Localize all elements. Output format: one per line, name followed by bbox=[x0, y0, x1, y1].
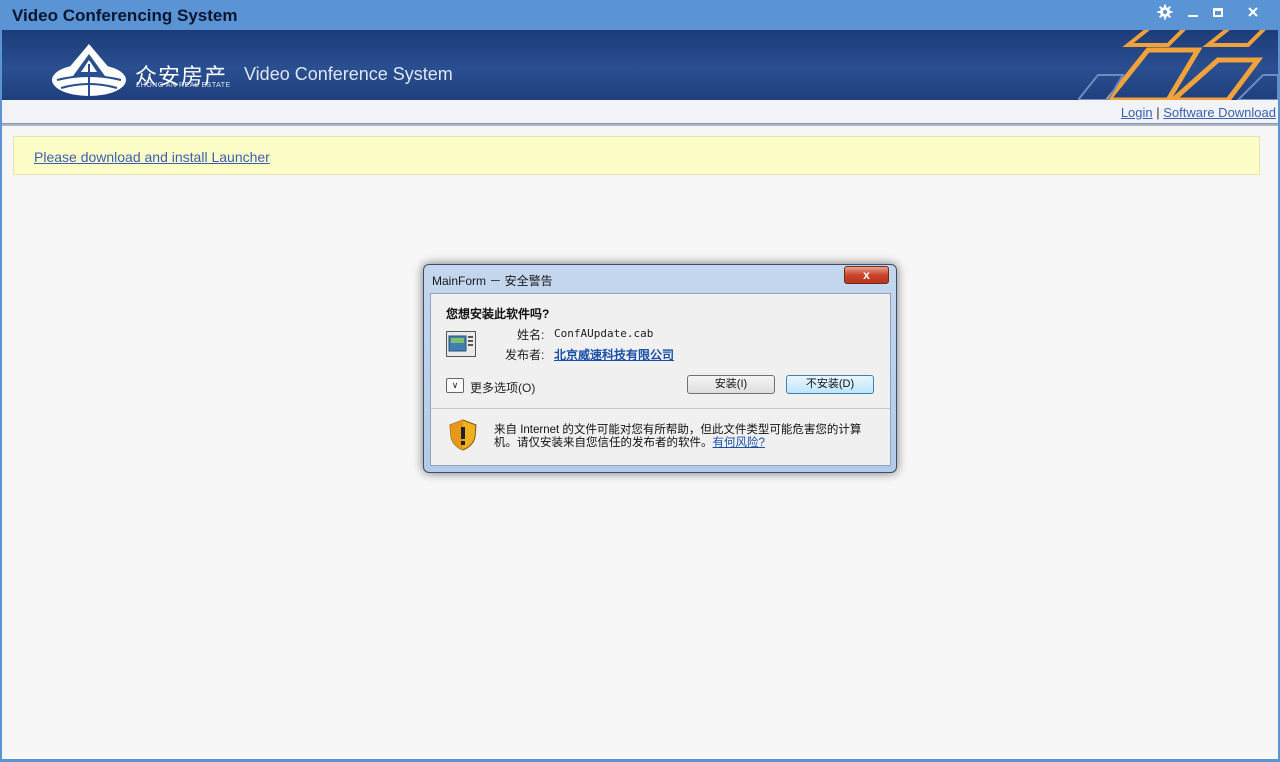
header-divider bbox=[2, 124, 1278, 126]
link-separator: | bbox=[1156, 105, 1160, 120]
name-value: ConfAUpdate.cab bbox=[554, 327, 654, 340]
security-warning-dialog: MainForm － 安全警告 x 您想安装此软件吗? 姓名: ConfAUpd… bbox=[423, 264, 897, 473]
more-options-chevron-icon[interactable]: ∨ bbox=[446, 378, 464, 393]
minimize-button[interactable] bbox=[1181, 3, 1205, 21]
close-window-button[interactable] bbox=[1241, 3, 1265, 21]
settings-gear-icon[interactable] bbox=[1153, 3, 1177, 21]
dialog-title: MainForm － 安全警告 bbox=[432, 274, 553, 288]
launcher-notice: Please download and install Launcher bbox=[13, 136, 1260, 175]
window-titlebar: Video Conferencing System bbox=[0, 0, 1280, 30]
dialog-body: 您想安装此软件吗? 姓名: ConfAUpdate.cab 发布者: 北京威速科… bbox=[430, 293, 891, 466]
minimize-icon bbox=[1188, 15, 1198, 17]
dialog-divider bbox=[431, 408, 890, 409]
download-launcher-link[interactable]: Please download and install Launcher bbox=[34, 149, 270, 165]
more-options-label[interactable]: 更多选项(O) bbox=[470, 379, 535, 396]
account-link-bar: Login | Software Download bbox=[2, 100, 1278, 124]
header-banner: 众安房产 ZHONG AN REAL ESTATE Video Conferen… bbox=[2, 30, 1278, 100]
risk-link[interactable]: 有何风险? bbox=[713, 437, 765, 449]
cab-file-icon bbox=[446, 331, 476, 357]
publisher-link[interactable]: 北京威速科技有限公司 bbox=[554, 346, 674, 363]
name-label: 姓名: bbox=[517, 328, 545, 342]
window-border-left bbox=[0, 30, 2, 762]
dialog-close-button[interactable]: x bbox=[844, 266, 889, 284]
restore-button[interactable] bbox=[1206, 3, 1230, 21]
window-title: Video Conferencing System bbox=[12, 6, 238, 25]
login-link[interactable]: Login bbox=[1121, 105, 1153, 120]
warning-text: 来自 Internet 的文件可能对您有所帮助，但此文件类型可能危害您的计算机。… bbox=[494, 424, 862, 449]
restore-icon bbox=[1213, 7, 1223, 17]
security-shield-icon bbox=[449, 419, 477, 451]
install-button[interactable]: 安装(I) bbox=[687, 375, 775, 394]
banner-decoration-icon bbox=[1078, 30, 1278, 100]
banner-title: Video Conference System bbox=[244, 64, 453, 84]
company-logo-icon bbox=[52, 44, 126, 96]
warning-message: 来自 Internet 的文件可能对您有所帮助，但此文件类型可能危害您的计算机。… bbox=[494, 424, 879, 450]
dont-install-button[interactable]: 不安装(D) bbox=[786, 375, 874, 394]
close-icon bbox=[1248, 7, 1258, 17]
brand-name-en: ZHONG AN REAL ESTATE bbox=[136, 82, 231, 89]
publisher-label: 发布者: bbox=[505, 348, 545, 362]
software-download-link[interactable]: Software Download bbox=[1163, 105, 1276, 120]
install-question: 您想安装此软件吗? bbox=[446, 307, 550, 321]
